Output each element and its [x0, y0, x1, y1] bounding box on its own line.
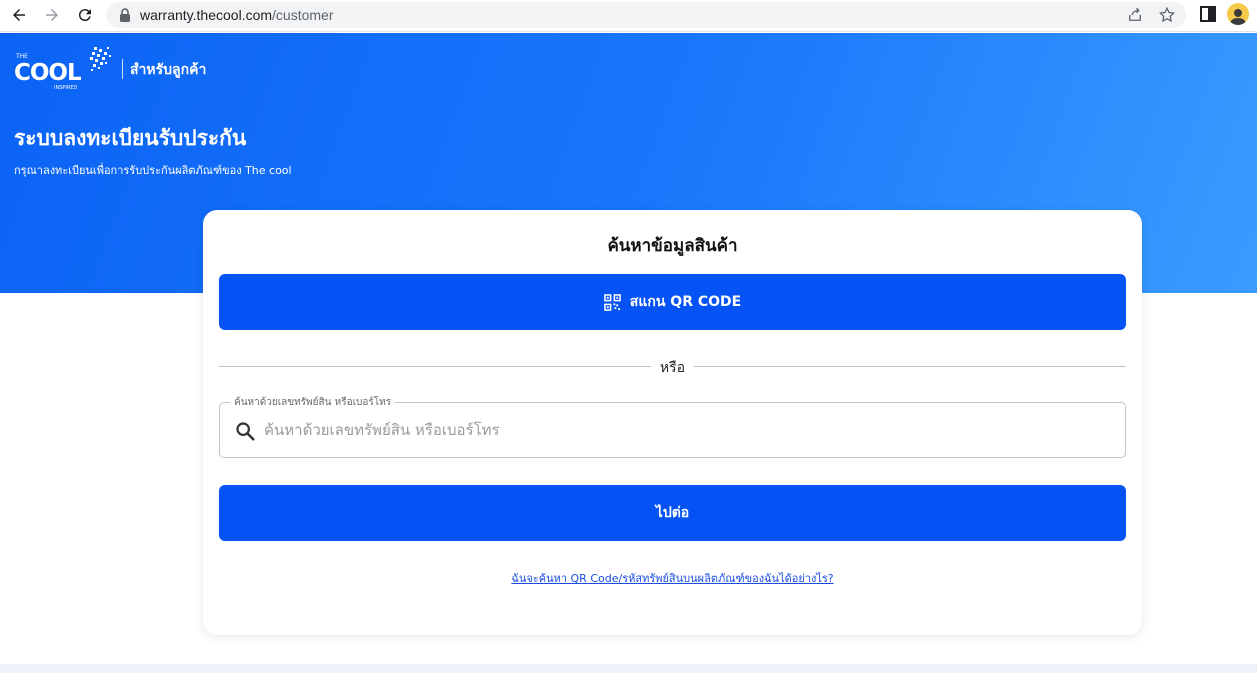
- page-description: กรุณาลงทะเบียนเพื่อการรับประกันผลิตภัณฑ์…: [14, 164, 292, 177]
- forward-button[interactable]: [40, 4, 64, 26]
- header-subtitle: สำหรับลูกค้า: [130, 62, 207, 78]
- page-title: ระบบลงทะเบียนรับประกัน: [14, 126, 247, 150]
- qr-help-link[interactable]: ฉันจะค้นหา QR Code/รหัสทรัพย์สินบนผลิตภั…: [203, 569, 1142, 587]
- url-text: warranty.thecool.com/customer: [140, 7, 333, 23]
- profile-avatar-icon[interactable]: [1227, 3, 1249, 25]
- logo-divider: [122, 59, 123, 79]
- next-button[interactable]: ไปต่อ: [219, 485, 1126, 541]
- lock-icon: [120, 8, 130, 22]
- logo-small-bottom: INSPIRED: [54, 85, 78, 91]
- reload-icon: [78, 9, 91, 22]
- or-divider: หรือ: [219, 356, 1126, 376]
- star-icon[interactable]: [1158, 6, 1176, 24]
- logo-main: COOL: [14, 60, 82, 86]
- scan-qr-label: สแกน QR CODE: [629, 294, 742, 310]
- search-icon: [236, 422, 255, 441]
- search-field-label: ค้นหาด้วยเลขทรัพย์สิน หรือเบอร์โทร: [230, 395, 396, 410]
- search-card: ค้นหาข้อมูลสินค้า สแกน QR CODE หรือ ค้นห…: [203, 210, 1142, 635]
- person-icon: [1230, 9, 1246, 25]
- share-icon[interactable]: [1126, 6, 1144, 24]
- qr-code-icon: [603, 293, 621, 311]
- address-bar[interactable]: warranty.thecool.com/customer: [106, 2, 1186, 28]
- back-button[interactable]: [7, 4, 31, 26]
- or-text: หรือ: [659, 360, 686, 376]
- thecool-logo-mark: THE COOL INSPIRED: [14, 47, 111, 91]
- url-host: warranty.thecool.com: [140, 7, 273, 23]
- arrow-left-icon: [13, 9, 25, 21]
- divider-line-left: [219, 366, 651, 367]
- url-path: /customer: [272, 7, 334, 23]
- next-button-label: ไปต่อ: [655, 505, 690, 521]
- search-field: ค้นหาด้วยเลขทรัพย์สิน หรือเบอร์โทร: [219, 395, 1126, 458]
- card-title: ค้นหาข้อมูลสินค้า: [607, 236, 738, 256]
- thecool-logo[interactable]: THE COOL INSPIRED: [14, 45, 114, 91]
- logo-small-top: THE: [15, 53, 28, 60]
- arrow-right-icon: [46, 9, 58, 21]
- scan-qr-button[interactable]: สแกน QR CODE: [219, 274, 1126, 330]
- browser-toolbar: warranty.thecool.com/customer: [0, 0, 1257, 32]
- reload-button[interactable]: [73, 4, 97, 26]
- divider-line-right: [694, 366, 1126, 367]
- side-panel-icon[interactable]: [1198, 4, 1218, 24]
- search-input[interactable]: [264, 417, 1104, 443]
- footer-band: [0, 664, 1257, 673]
